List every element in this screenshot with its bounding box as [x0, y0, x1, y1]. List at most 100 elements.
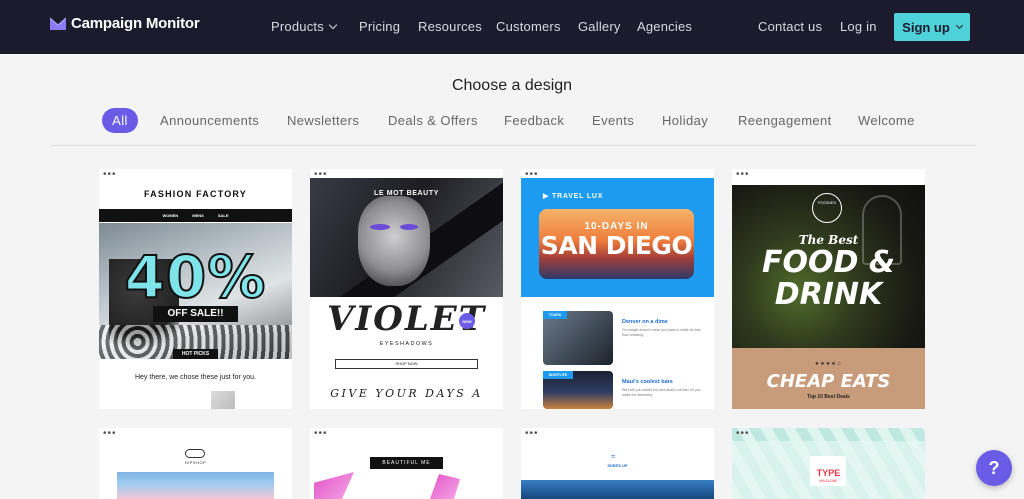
filter-divider	[50, 145, 976, 146]
template-nav: WOMEN MENS SALE	[99, 209, 292, 222]
filter-holiday[interactable]: Holiday	[662, 113, 708, 128]
template-card-le-mot-beauty[interactable]: ••• LE MOT BEAUTY VIOLET NEW EYESHADOWS …	[310, 169, 503, 409]
template-brand-sub: MAGAZINE	[819, 479, 838, 483]
nav-resources[interactable]: Resources	[418, 19, 482, 34]
template-card-fashion-factory[interactable]: ••• FASHION FACTORY WOMEN MENS SALE 40% …	[99, 169, 292, 409]
foodies-logo: FOODIES	[812, 193, 842, 223]
template-brand: SURFS UP	[607, 463, 628, 468]
brand-name: Campaign Monitor	[71, 15, 200, 32]
template-brand: HIPSHOP	[184, 460, 207, 465]
template-card-surfs-up[interactable]: ••• ≈ SURFS UP	[521, 428, 714, 499]
filter-announcements[interactable]: Announcements	[160, 113, 259, 128]
top-navigation: Campaign Monitor Products Pricing Resour…	[0, 0, 1024, 54]
help-icon: ?	[988, 457, 1000, 478]
template-body: TOURS Denver on a dime On budget doesn't…	[521, 297, 714, 409]
product-subtitle: EYESHADOWS	[379, 341, 434, 347]
headline-line-1: FOOD &	[761, 245, 895, 280]
help-button[interactable]: ?	[976, 450, 1012, 486]
article-image-1	[543, 311, 613, 365]
template-footer: ★★★★☆ CHEAP EATS Top 10 Best Deals	[732, 348, 925, 409]
headline: SAN DIEGO	[540, 231, 693, 260]
nav-contact[interactable]: Contact us	[758, 19, 822, 34]
article-title-1: Denver on a dime	[622, 319, 668, 325]
template-brand: LE MOT BEAUTY	[374, 190, 439, 197]
headline: FOOD & DRINK	[732, 247, 925, 311]
template-brand: FASHION FACTORY	[143, 189, 247, 199]
template-card-hipshop[interactable]: ••• HIPSHOP	[99, 428, 292, 499]
decorative-shape-left	[314, 472, 354, 499]
more-options-icon[interactable]: •••	[103, 429, 117, 439]
template-hero: ▶ TRAVEL LUX 10-DAYS IN SAN DIEGO	[521, 178, 714, 297]
chevron-down-icon	[955, 21, 963, 29]
brand-label: TRAVEL LUX	[551, 193, 604, 200]
hipshop-logo-icon	[185, 449, 205, 458]
filter-reengagement[interactable]: Reengagement	[738, 113, 832, 128]
template-hero-image: FOODIES The Best FOOD & DRINK	[732, 185, 925, 348]
hot-picks-tag: HOT PICKS	[173, 349, 218, 359]
brand-logo[interactable]: Campaign Monitor	[50, 15, 200, 32]
article-body-2: We'll tell you what's hot and what's not…	[622, 388, 701, 397]
more-options-icon[interactable]: •••	[736, 429, 750, 439]
chevron-down-icon	[328, 20, 338, 30]
decorative-shape-right	[430, 474, 460, 499]
template-footer: GIVE YOUR DAYS A	[330, 387, 483, 400]
more-options-icon[interactable]: •••	[525, 429, 539, 439]
article-title-2: Maui's coolest bars	[622, 379, 673, 385]
template-brand: TYPE	[816, 468, 841, 478]
nav-products-label: Products	[271, 19, 324, 34]
discount-text: 40%	[124, 242, 267, 312]
nav-customers[interactable]: Customers	[496, 19, 561, 34]
offer-banner: OFF SALE!!	[153, 306, 238, 322]
signup-button[interactable]: Sign up	[894, 13, 970, 41]
more-options-icon[interactable]: •••	[314, 429, 328, 439]
template-brand: ▶ TRAVEL LUX	[543, 192, 603, 200]
template-hero-image	[521, 480, 714, 499]
shop-now-button: SHOP NOW	[335, 359, 478, 369]
article-tag-2: NIGHTLIFE	[543, 371, 573, 379]
template-nav-sale: SALE	[217, 213, 229, 218]
article-tag-1: TOURS	[543, 311, 567, 319]
footer-subtitle: Top 10 Best Deals	[807, 394, 850, 400]
nav-pricing[interactable]: Pricing	[359, 19, 400, 34]
template-body: VIOLET NEW EYESHADOWS SHOP NOW GIVE YOUR…	[310, 297, 503, 409]
foodies-logo-text: FOODIES	[817, 200, 836, 205]
more-options-icon[interactable]: •••	[736, 170, 750, 180]
filter-newsletters[interactable]: Newsletters	[287, 113, 359, 128]
play-icon: ▶	[543, 193, 552, 200]
template-card-type-magazine[interactable]: ••• TYPE MAGAZINE	[732, 428, 925, 499]
template-card-beautiful-me[interactable]: ••• BEAUTIFUL ME	[310, 428, 503, 499]
nav-gallery[interactable]: Gallery	[578, 19, 621, 34]
template-brand: BEAUTIFUL ME	[370, 457, 443, 469]
eyeshadow-right	[400, 224, 418, 230]
footer-title: CHEAP EATS	[766, 371, 891, 392]
nav-login[interactable]: Log in	[840, 19, 877, 34]
template-card-food-drink[interactable]: ••• FOODIES The Best FOOD & DRINK ★★★★☆ …	[732, 169, 925, 409]
headline-line-2: DRINK	[774, 277, 883, 312]
product-preview	[211, 391, 235, 409]
filter-feedback[interactable]: Feedback	[504, 113, 564, 128]
nav-agencies[interactable]: Agencies	[637, 19, 692, 34]
sunset-image: 10-DAYS IN SAN DIEGO	[539, 209, 694, 279]
article-body-1: On budget doesn't mean you have to settl…	[622, 328, 701, 337]
filter-welcome[interactable]: Welcome	[858, 113, 915, 128]
nav-products[interactable]: Products	[271, 19, 338, 34]
model-face	[358, 196, 430, 286]
filter-events[interactable]: Events	[592, 113, 634, 128]
template-hero-image: 40% OFF SALE!! HOT PICKS	[99, 223, 292, 359]
template-nav-mens: MENS	[192, 213, 204, 218]
new-badge: NEW	[459, 313, 475, 329]
more-options-icon[interactable]: •••	[103, 170, 117, 180]
rating-stars: ★★★★☆	[814, 361, 843, 367]
template-nav-women: WOMEN	[162, 213, 179, 218]
template-card-travel-lux[interactable]: ••• ▶ TRAVEL LUX 10-DAYS IN SAN DIEGO TO…	[521, 169, 714, 409]
template-tagline: Hey there, we chose these just for you.	[134, 374, 256, 381]
wave-icon: ≈	[611, 452, 616, 461]
template-hero-image: LE MOT BEAUTY	[310, 178, 503, 297]
page-title: Choose a design	[451, 77, 573, 94]
filter-all[interactable]: All	[102, 108, 138, 133]
template-hero-image	[117, 472, 274, 499]
campaign-monitor-logo-icon	[50, 17, 66, 30]
filter-deals-offers[interactable]: Deals & Offers	[388, 113, 478, 128]
signup-label: Sign up	[902, 19, 950, 35]
eyeshadow-left	[370, 224, 390, 230]
